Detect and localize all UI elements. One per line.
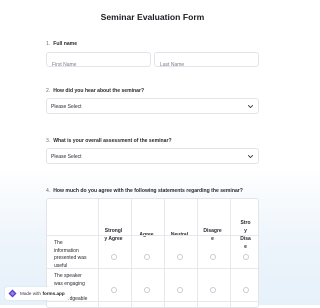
column-header-line: Strongl xyxy=(104,228,123,234)
made-with-badge[interactable]: Made with forms.app xyxy=(5,287,70,300)
last-name-input[interactable] xyxy=(155,58,258,72)
form-title: Seminar Evaluation Form xyxy=(100,12,205,22)
matrix-radio[interactable] xyxy=(110,287,117,293)
matrix-radio[interactable] xyxy=(143,287,150,293)
column-header-line: e xyxy=(211,236,214,242)
column-header-line: Disagre xyxy=(203,228,222,234)
question-text: Full name xyxy=(53,41,78,47)
agreement-matrix: Strongly AgreeAgreeNeutralDisagreeStroyD… xyxy=(46,198,259,308)
question-text: What is your overall assessment of the s… xyxy=(53,138,172,144)
matrix-row-divider xyxy=(47,268,258,269)
badge-prefix: Made with xyxy=(20,291,41,296)
column-header-line: Disa xyxy=(240,236,251,242)
matrix-column-divider xyxy=(131,199,132,307)
question-number: 1. xyxy=(46,41,51,47)
matrix-column-divider xyxy=(164,199,165,307)
question-number: 4. xyxy=(46,188,51,194)
matrix-radio[interactable] xyxy=(242,287,249,293)
question-4-label: 4. How much do you agree with the followi… xyxy=(46,188,243,194)
first-name-input[interactable] xyxy=(47,58,150,72)
matrix-radio[interactable] xyxy=(143,254,150,260)
question-3-label: 3. What is your overall assessment of the… xyxy=(46,138,172,144)
row-label-line: The speaker xyxy=(54,273,82,279)
heard-about-select[interactable]: Please Select xyxy=(46,98,259,114)
column-header-line: e xyxy=(244,244,247,250)
matrix-row-label: The information presented was useful xyxy=(54,240,98,270)
matrix-column-divider xyxy=(98,199,99,307)
question-2-label: 2. How did you hear about the seminar? xyxy=(46,88,144,94)
chevron-down-icon xyxy=(247,154,254,159)
question-number: 2. xyxy=(46,88,51,94)
badge-brand: forms.app xyxy=(42,291,65,296)
matrix-radio[interactable] xyxy=(176,287,183,293)
column-header-line: y xyxy=(244,228,247,234)
select-value: Please Select xyxy=(51,103,82,110)
question-text: How did you hear about the seminar? xyxy=(53,88,145,94)
overall-assessment-select[interactable]: Please Select xyxy=(46,148,259,164)
first-name-field[interactable] xyxy=(46,52,151,72)
question-1-label: 1. Full name xyxy=(46,41,77,47)
row-label-line: useful xyxy=(54,262,68,269)
matrix-column-divider xyxy=(230,199,231,307)
matrix-radio[interactable] xyxy=(110,254,117,260)
question-number: 3. xyxy=(46,138,51,144)
question-text: How much do you agree with the following… xyxy=(53,188,243,194)
row-label-line: presented was xyxy=(54,255,87,262)
matrix-radio[interactable] xyxy=(176,254,183,260)
matrix-radio[interactable] xyxy=(209,287,216,293)
column-header-line: Stro xyxy=(240,220,251,226)
chevron-down-icon xyxy=(247,104,254,109)
select-value: Please Select xyxy=(51,153,82,160)
last-name-field[interactable] xyxy=(154,52,259,72)
matrix-row-divider xyxy=(47,301,258,302)
matrix-column-divider xyxy=(197,199,198,307)
matrix-radio[interactable] xyxy=(242,254,249,260)
row-label-line: The xyxy=(54,240,63,246)
forms-app-logo-icon xyxy=(8,289,17,298)
seminar-evaluation-form: Seminar Evaluation Form 1.Full name 2.Ho… xyxy=(0,0,305,308)
matrix-header-divider xyxy=(47,235,258,236)
row-label-line: information xyxy=(54,247,79,254)
matrix-radio[interactable] xyxy=(209,254,216,260)
column-header-line: y Agree xyxy=(104,236,123,242)
